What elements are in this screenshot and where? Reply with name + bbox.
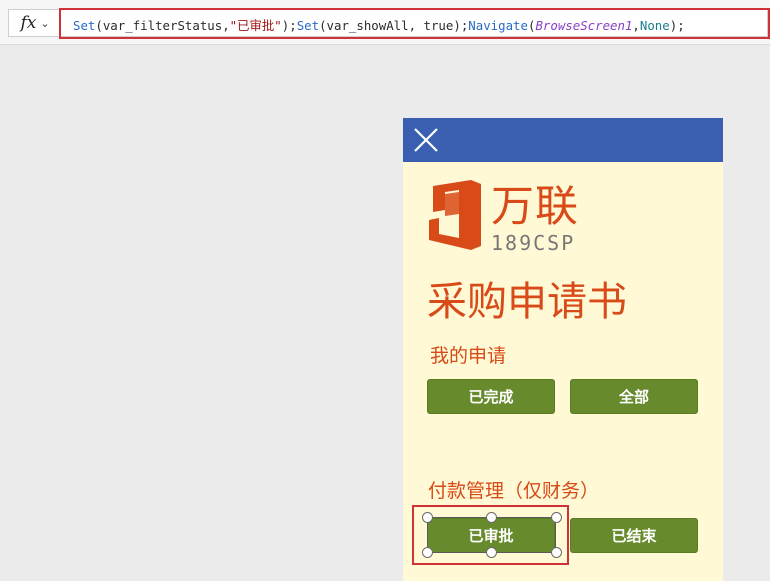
app-screen: 万联 189CSP 采购申请书 我的申请 已完成 全部 付款管理（仅财务） 已审… — [403, 118, 723, 581]
section-my-requests: 我的申请 — [430, 345, 507, 367]
formula-token: (var_showAll, — [319, 18, 424, 33]
formula-token: true — [423, 18, 454, 33]
formula-text: Set(var_filterStatus,"已审批");Set(var_show… — [73, 16, 685, 34]
chevron-down-icon: ⌄ — [40, 16, 50, 30]
formula-token: (var_filterStatus, — [95, 18, 230, 33]
close-icon[interactable] — [413, 127, 439, 153]
resize-handle-bottom[interactable] — [486, 547, 497, 558]
formula-token: ); — [453, 18, 469, 33]
brand-sub: 189CSP — [491, 231, 576, 255]
completed-button[interactable]: 已完成 — [427, 379, 555, 414]
formula-token: "已审批" — [229, 18, 282, 33]
formula-token: Set — [73, 18, 96, 33]
formula-token: , — [632, 18, 640, 33]
ended-button[interactable]: 已结束 — [570, 518, 698, 553]
resize-handle-top[interactable] — [486, 512, 497, 523]
resize-handle-top-right[interactable] — [551, 512, 562, 523]
page-title: 采购申请书 — [427, 279, 627, 325]
formula-bar: fx ⌄ Set(var_filterStatus,"已审批");Set(var… — [0, 0, 770, 45]
formula-token: None — [639, 18, 670, 33]
resize-handle-top-left[interactable] — [422, 512, 433, 523]
formula-token: ); — [281, 18, 297, 33]
resize-handle-bottom-right[interactable] — [551, 547, 562, 558]
formula-input[interactable]: Set(var_filterStatus,"已审批");Set(var_show… — [60, 9, 768, 37]
resize-handle-bottom-left[interactable] — [422, 547, 433, 558]
all-button[interactable]: 全部 — [570, 379, 698, 414]
section-payment: 付款管理（仅财务） — [428, 480, 600, 502]
screen-header — [403, 118, 723, 162]
formula-token: Set — [296, 18, 320, 33]
formula-token: Navigate — [468, 18, 528, 33]
formula-token: ); — [669, 18, 685, 33]
fx-dropdown[interactable]: fx ⌄ — [8, 9, 61, 37]
formula-token: BrowseScreen1 — [535, 18, 633, 33]
brand-name: 万联 — [491, 182, 579, 232]
fx-icon: fx — [20, 13, 37, 33]
